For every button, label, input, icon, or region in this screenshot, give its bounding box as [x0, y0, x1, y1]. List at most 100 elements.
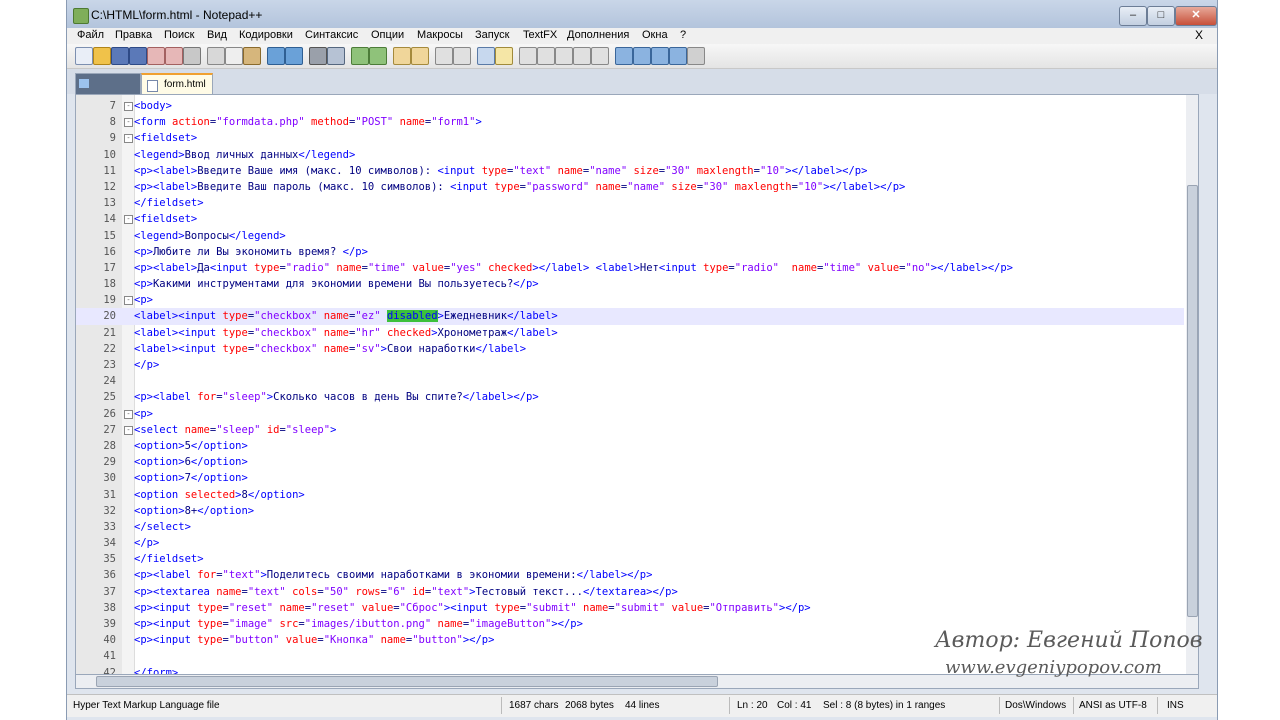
- code-line[interactable]: 21 <label><input type="checkbox" name="hr…: [76, 325, 1184, 341]
- code-line[interactable]: 13 </fieldset>: [76, 195, 1184, 211]
- redo-icon[interactable]: [285, 47, 303, 65]
- code-line[interactable]: 36 <p><label for="text">Поделитесь своими…: [76, 567, 1184, 583]
- sync-horizontal-icon[interactable]: [411, 47, 429, 65]
- fold-toggle-icon[interactable]: -: [124, 296, 133, 306]
- close-all-icon[interactable]: [165, 47, 183, 65]
- code-line[interactable]: 23 </p>: [76, 357, 1184, 373]
- code-line[interactable]: 16 <p>Любите ли Вы экономить время? </p>: [76, 244, 1184, 260]
- save-all-icon[interactable]: [129, 47, 147, 65]
- code-line[interactable]: 18 <p>Какими инструментами для экономии в…: [76, 276, 1184, 292]
- expand-icon[interactable]: [669, 47, 687, 65]
- code-line[interactable]: 32 <option>8+</option>: [76, 503, 1184, 519]
- code-line[interactable]: 31 <option selected>8</option>: [76, 487, 1184, 503]
- horizontal-scroll-thumb[interactable]: [96, 676, 718, 687]
- zoom-out-icon[interactable]: [369, 47, 387, 65]
- code-line[interactable]: 38 <p><input type="reset" name="reset" va…: [76, 600, 1184, 616]
- menu-search[interactable]: Поиск: [164, 29, 194, 41]
- menu-syntax[interactable]: Синтаксис: [305, 29, 358, 41]
- code-line[interactable]: 27- <select name="sleep" id="sleep">: [76, 422, 1184, 438]
- code-line[interactable]: 7- <body>: [76, 98, 1184, 114]
- word-wrap-icon[interactable]: [435, 47, 453, 65]
- undo-icon[interactable]: [267, 47, 285, 65]
- menu-plugins[interactable]: Дополнения: [567, 29, 629, 41]
- code-line[interactable]: 28 <option>5</option>: [76, 438, 1184, 454]
- menu-run[interactable]: Запуск: [475, 29, 509, 41]
- code-line[interactable]: 24: [76, 373, 1184, 389]
- minimize-button[interactable]: –: [1119, 6, 1147, 26]
- code-line[interactable]: 35 </fieldset>: [76, 551, 1184, 567]
- code-line[interactable]: 29 <option>6</option>: [76, 454, 1184, 470]
- paste-icon[interactable]: [243, 47, 261, 65]
- code-editor[interactable]: 7- <body> 8- <form action="formdata.php" me…: [75, 94, 1199, 676]
- collapse-icon[interactable]: [615, 47, 633, 65]
- fold-toggle-icon[interactable]: -: [124, 118, 133, 128]
- code-line[interactable]: 37 <p><textarea name="text" cols="50" row…: [76, 584, 1184, 600]
- zoom-in-icon[interactable]: [351, 47, 369, 65]
- fold-toggle-icon[interactable]: -: [124, 134, 133, 144]
- code-line[interactable]: 26- <p>: [76, 406, 1184, 422]
- sync-vertical-icon[interactable]: [393, 47, 411, 65]
- menu-file[interactable]: Файл: [77, 29, 104, 41]
- menu-macros[interactable]: Макросы: [417, 29, 463, 41]
- fold-toggle-icon[interactable]: -: [124, 409, 133, 419]
- menu-windows[interactable]: Окна: [642, 29, 668, 41]
- line-number: 28: [103, 439, 116, 452]
- new-file-icon[interactable]: [75, 47, 93, 65]
- save-icon[interactable]: [111, 47, 129, 65]
- tab-other-file[interactable]: [75, 73, 141, 94]
- line-number: 26: [103, 407, 116, 420]
- stop-macro-icon[interactable]: [537, 47, 555, 65]
- find-icon[interactable]: [309, 47, 327, 65]
- close-file-icon[interactable]: [147, 47, 165, 65]
- tab-bar: form.html: [67, 69, 1217, 95]
- tab-form-html[interactable]: form.html: [141, 73, 213, 95]
- code-line[interactable]: 10 <legend>Ввод личных данных</legend>: [76, 147, 1184, 163]
- document-close-icon[interactable]: X: [1195, 28, 1203, 42]
- code-line[interactable]: 12 <p><label>Введите Ваш пароль (макс. 10…: [76, 179, 1184, 195]
- code-line[interactable]: 11 <p><label>Введите Ваше имя (макс. 10 с…: [76, 163, 1184, 179]
- code-line[interactable]: 22 <label><input type="checkbox" name="sv…: [76, 341, 1184, 357]
- vertical-scroll-thumb[interactable]: [1187, 185, 1198, 617]
- code-line[interactable]: 20 <label><input type="checkbox" name="ez…: [76, 308, 1184, 325]
- code-line[interactable]: 14- <fieldset>: [76, 211, 1184, 227]
- down-arrow-icon[interactable]: [651, 47, 669, 65]
- status-filetype: Hyper Text Markup Language file: [73, 700, 220, 711]
- replace-icon[interactable]: [327, 47, 345, 65]
- menu-textfx[interactable]: TextFX: [523, 29, 557, 41]
- indent-guide-icon[interactable]: [477, 47, 495, 65]
- copy-icon[interactable]: [225, 47, 243, 65]
- code-line[interactable]: 25 <p><label for="sleep">Сколько часов в …: [76, 389, 1184, 405]
- user-language-icon[interactable]: [495, 47, 513, 65]
- vertical-scrollbar[interactable]: [1186, 95, 1198, 675]
- menu-edit[interactable]: Правка: [115, 29, 152, 41]
- close-button[interactable]: ✕: [1175, 6, 1217, 26]
- code-line[interactable]: 30 <option>7</option>: [76, 470, 1184, 486]
- code-line[interactable]: 17 <p><label>Да<input type="radio" name="…: [76, 260, 1184, 276]
- line-number: 25: [103, 391, 116, 404]
- maximize-button[interactable]: □: [1147, 6, 1175, 26]
- run-macro-multiple-icon[interactable]: [573, 47, 591, 65]
- code-line[interactable]: 9- <fieldset>: [76, 130, 1184, 146]
- play-macro-icon[interactable]: [555, 47, 573, 65]
- print-icon[interactable]: [183, 47, 201, 65]
- code-line[interactable]: 15 <legend>Вопросы</legend>: [76, 228, 1184, 244]
- fold-toggle-icon[interactable]: -: [124, 102, 133, 111]
- code-line[interactable]: 34 </p>: [76, 535, 1184, 551]
- line-number: 19: [103, 294, 116, 307]
- save-macro-icon[interactable]: [591, 47, 609, 65]
- code-line[interactable]: 19- <p>: [76, 292, 1184, 308]
- code-line[interactable]: 8- <form action="formdata.php" method="PO…: [76, 114, 1184, 130]
- fold-toggle-icon[interactable]: -: [124, 425, 133, 435]
- menu-options[interactable]: Опции: [371, 29, 404, 41]
- show-all-chars-icon[interactable]: [453, 47, 471, 65]
- open-file-icon[interactable]: [93, 47, 111, 65]
- code-line[interactable]: 33 </select>: [76, 519, 1184, 535]
- record-macro-icon[interactable]: [519, 47, 537, 65]
- menu-help[interactable]: ?: [680, 29, 686, 41]
- cut-icon[interactable]: [207, 47, 225, 65]
- fold-toggle-icon[interactable]: -: [124, 215, 133, 225]
- menu-view[interactable]: Вид: [207, 29, 227, 41]
- menu-encoding[interactable]: Кодировки: [239, 29, 293, 41]
- up-arrow-icon[interactable]: [633, 47, 651, 65]
- spell-check-icon[interactable]: [687, 47, 705, 65]
